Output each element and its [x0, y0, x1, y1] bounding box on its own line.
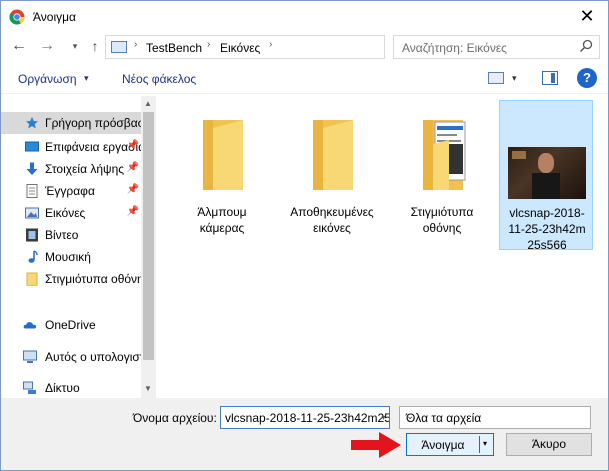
file-item-saved-pictures[interactable]: Αποθηκευμένες εικόνες: [285, 100, 379, 250]
pin-icon: 📌: [126, 184, 139, 195]
file-item-screenshots[interactable]: Στιγμιότυπα οθόνης: [395, 100, 489, 250]
sidebar-item-pictures[interactable]: Εικόνες 📌: [1, 202, 141, 224]
sidebar-item-desktop[interactable]: Επιφάνεια εργασίας 📌: [1, 136, 141, 158]
file-name: Στιγμιότυπα οθόνης: [410, 205, 474, 235]
filename-history-dropdown[interactable]: ▾: [377, 406, 390, 429]
file-item-camera-roll[interactable]: Άλμπουμ κάμερας: [175, 100, 269, 250]
recent-locations-dropdown[interactable]: ▾: [65, 36, 85, 56]
scroll-down-icon[interactable]: ▼: [144, 384, 152, 393]
sidebar-item-label: Στιγμιότυπα οθόνης: [45, 272, 141, 286]
download-icon: [26, 162, 38, 175]
file-name: vlcsnap-2018-11-25-23h42m25s566: [508, 206, 586, 252]
chevron-down-icon: ⌄: [406, 411, 415, 422]
sidebar-item-videos[interactable]: Βίντεο: [1, 224, 141, 246]
breadcrumb-pictures[interactable]: Εικόνες: [220, 41, 260, 55]
help-button[interactable]: ?: [577, 68, 597, 88]
pin-icon: 📌: [126, 140, 139, 151]
sidebar-item-onedrive[interactable]: OneDrive: [1, 314, 141, 336]
search-box[interactable]: Αναζήτηση: Εικόνες: [393, 35, 600, 59]
chrome-icon: [9, 9, 25, 25]
thumbnail-detail: [532, 173, 560, 199]
close-button[interactable]: ✕: [572, 3, 602, 29]
sidebar-item-label: Στοιχεία λήψης: [45, 162, 125, 176]
chevron-down-icon[interactable]: ▾: [512, 73, 517, 84]
scrollbar-thumb[interactable]: [143, 112, 154, 360]
folder-icon: [26, 272, 38, 286]
pin-icon: 📌: [126, 162, 139, 173]
command-toolbar: Οργάνωση ▾ Νέος φάκελος ▾ ?: [1, 64, 608, 94]
sidebar-item-label: Δίκτυο: [45, 381, 80, 395]
file-name: Άλμπουμ κάμερας: [197, 205, 247, 235]
forward-button[interactable]: →: [37, 36, 57, 56]
thumbnail-detail: [512, 151, 526, 159]
filename-input[interactable]: vlcsnap-2018-11-25-23h42m25s566: [220, 406, 390, 429]
sidebar-item-label: Βίντεο: [45, 228, 79, 242]
cancel-button[interactable]: Άκυρο: [506, 433, 592, 456]
file-name: Αποθηκευμένες εικόνες: [290, 205, 374, 235]
breadcrumb-separator[interactable]: ›: [207, 39, 210, 50]
document-icon: [26, 184, 38, 198]
sidebar-item-quick-access[interactable]: Γρήγορη πρόσβαση: [1, 112, 141, 134]
chevron-down-icon[interactable]: ▾: [84, 73, 89, 84]
music-icon: [28, 250, 38, 263]
preview-pane-icon[interactable]: [542, 71, 558, 85]
filename-label: Όνομα αρχείου:: [133, 411, 217, 425]
video-icon: [26, 228, 38, 242]
sidebar-item-music[interactable]: Μουσική: [1, 246, 141, 268]
file-item-vlcsnap[interactable]: vlcsnap-2018-11-25-23h42m25s566: [499, 100, 593, 252]
filename-value[interactable]: vlcsnap-2018-11-25-23h42m25s566: [225, 411, 389, 425]
up-button[interactable]: ↑: [85, 36, 105, 56]
sidebar-item-documents[interactable]: Έγγραφα 📌: [1, 180, 141, 202]
navigation-pane-scrollbar[interactable]: ▲ ▼: [141, 96, 156, 398]
sidebar-item-label: OneDrive: [45, 318, 96, 332]
search-input[interactable]: Αναζήτηση: Εικόνες: [402, 41, 507, 55]
thumbnail-detail: [538, 153, 554, 173]
title-bar: Άνοιγμα ✕: [1, 1, 608, 32]
scroll-up-icon[interactable]: ▲: [144, 99, 152, 108]
sidebar-item-label: Εικόνες: [45, 206, 86, 220]
sidebar-item-label: Έγγραφα: [45, 184, 95, 198]
organize-button[interactable]: Οργάνωση: [18, 72, 77, 86]
desktop-icon: [25, 141, 39, 152]
window-title: Άνοιγμα: [33, 10, 76, 24]
navigation-bar: ← → ▾ ↑ › TestBench › Εικόνες › ▾ ↻ Αναζ…: [1, 32, 608, 62]
computer-icon: [23, 350, 37, 363]
sidebar-item-label: Αυτός ο υπολογιστής: [45, 350, 141, 364]
open-button[interactable]: Άνοιγμα ▾: [406, 433, 494, 456]
view-options-icon[interactable]: [488, 72, 504, 84]
breadcrumb-separator[interactable]: ›: [269, 39, 272, 50]
sidebar-item-this-pc[interactable]: Αυτός ο υπολογιστής: [1, 346, 141, 368]
split-divider: [479, 436, 480, 453]
breadcrumb-separator[interactable]: ›: [134, 39, 137, 50]
sidebar-item-network[interactable]: Δίκτυο: [1, 377, 141, 398]
address-bar[interactable]: › TestBench › Εικόνες › ▾ ↻: [105, 35, 484, 59]
search-icon[interactable]: [579, 39, 593, 53]
open-dialog: Άνοιγμα ✕ ← → ▾ ↑ › TestBench › Εικόνες …: [0, 0, 609, 471]
back-button[interactable]: ←: [9, 36, 29, 56]
image-thumbnail: [508, 147, 586, 199]
red-arrow-annotation-icon: [351, 432, 401, 458]
cloud-icon: [23, 322, 37, 329]
pin-icon: 📌: [126, 206, 139, 217]
open-options-dropdown[interactable]: ▾: [483, 439, 487, 448]
folder-icon: [203, 120, 243, 190]
sidebar-item-downloads[interactable]: Στοιχεία λήψης 📌: [1, 158, 141, 180]
sidebar-item-screenshots[interactable]: Στιγμιότυπα οθόνης: [1, 268, 141, 290]
file-list: Άλμπουμ κάμερας Αποθηκευμένες εικόνες Στ…: [157, 96, 608, 398]
sidebar-item-label: Γρήγορη πρόσβαση: [45, 116, 141, 130]
file-type-select[interactable]: Όλα τα αρχεία ⌄: [399, 406, 591, 429]
pictures-icon: [25, 207, 39, 219]
open-button-label[interactable]: Άνοιγμα: [407, 438, 479, 452]
star-icon: [26, 117, 38, 129]
folder-with-preview-icon: [423, 120, 466, 190]
breadcrumb-testbench[interactable]: TestBench: [146, 41, 202, 55]
new-folder-button[interactable]: Νέος φάκελος: [122, 72, 196, 86]
sidebar-item-label: Μουσική: [45, 250, 91, 264]
navigation-pane: Γρήγορη πρόσβαση Επιφάνεια εργασίας 📌 Στ…: [1, 96, 156, 398]
folder-icon: [313, 120, 353, 190]
pictures-icon: [111, 41, 127, 53]
network-icon: [23, 381, 36, 394]
dialog-footer: Όνομα αρχείου: vlcsnap-2018-11-25-23h42m…: [1, 398, 608, 470]
